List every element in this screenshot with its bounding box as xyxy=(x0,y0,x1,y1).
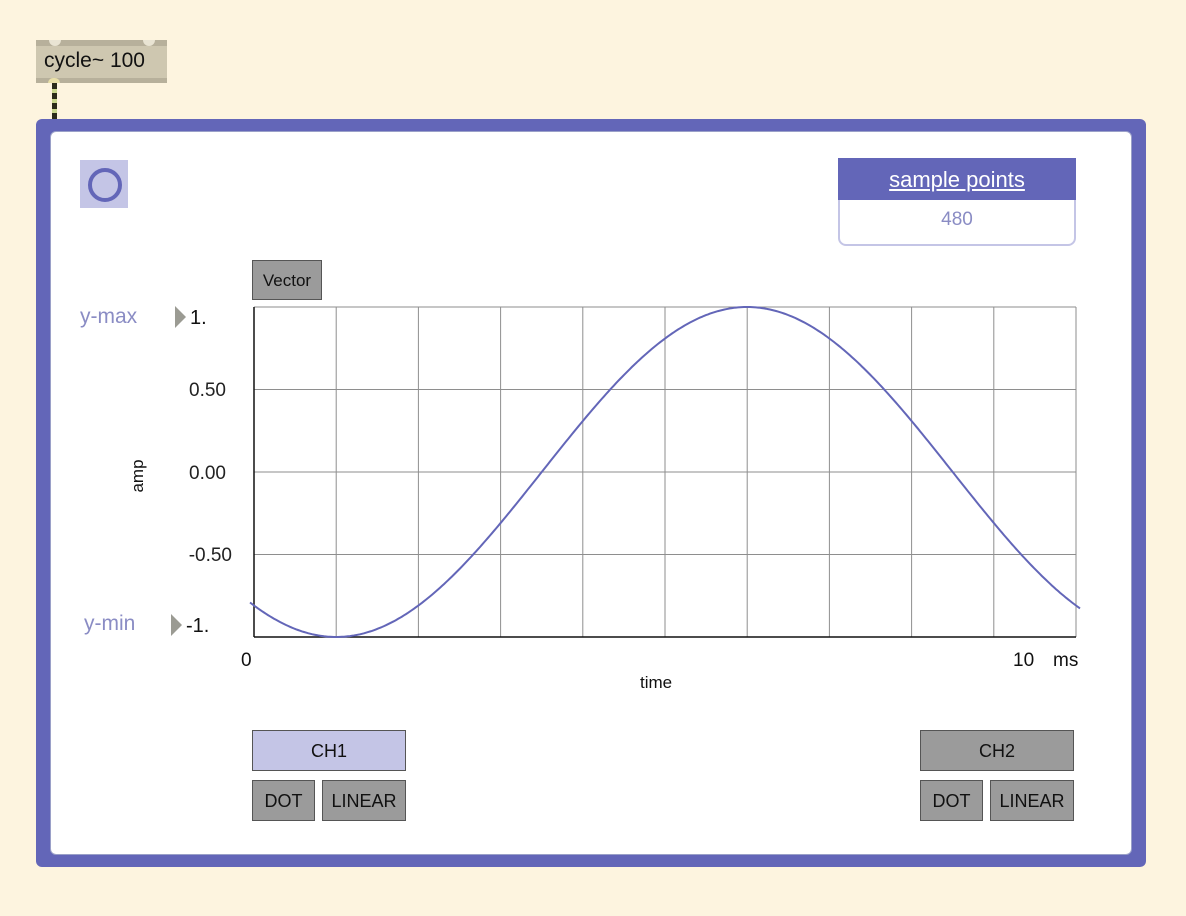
x-unit-label: ms xyxy=(1053,650,1079,671)
ch2-dot-button[interactable]: DOT xyxy=(920,780,983,821)
ch2-linear-button[interactable]: LINEAR xyxy=(990,780,1074,821)
scope-plot xyxy=(249,306,1081,638)
ch1-button[interactable]: CH1 xyxy=(252,730,406,771)
x-start-label: 0 xyxy=(241,650,252,671)
x-end-label: 10 xyxy=(1013,650,1035,671)
ch2-button[interactable]: CH2 xyxy=(920,730,1074,771)
ch1-dot-button[interactable]: DOT xyxy=(252,780,315,821)
ch1-linear-button[interactable]: LINEAR xyxy=(322,780,406,821)
x-axis-label: time xyxy=(640,673,673,692)
